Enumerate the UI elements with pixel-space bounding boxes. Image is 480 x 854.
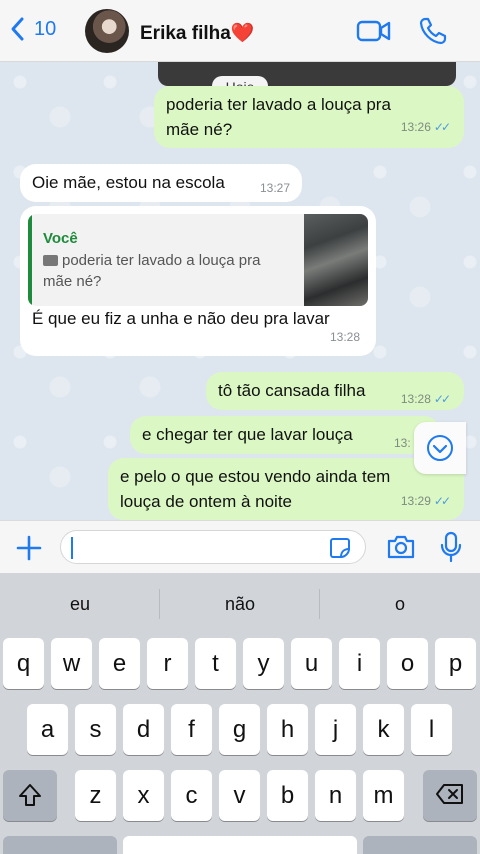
key-c[interactable]: c (171, 770, 212, 821)
read-ticks-icon: ✓✓ (433, 392, 451, 406)
message-text: e chegar ter que lavar louça (142, 425, 353, 444)
back-chevron-icon (11, 17, 24, 41)
shift-icon (19, 784, 41, 806)
key-a[interactable]: a (27, 704, 68, 755)
message-time: 13:27 (259, 181, 290, 195)
read-ticks-icon: ✓✓ (433, 494, 451, 508)
key-w[interactable]: w (51, 638, 92, 689)
space-key[interactable] (123, 836, 357, 854)
key-d[interactable]: d (123, 704, 164, 755)
chat-header: 10 Erika filha❤️ (0, 0, 480, 62)
key-p[interactable]: p (435, 638, 476, 689)
reply-author: Você (43, 230, 78, 247)
message-outgoing[interactable]: tô tão cansada filha 13:28 ✓✓ (206, 372, 464, 410)
key-m[interactable]: m (363, 770, 404, 821)
key-j[interactable]: j (315, 704, 356, 755)
key-t[interactable]: t (195, 638, 236, 689)
plus-icon[interactable] (14, 533, 44, 563)
message-text: É que eu fiz a unha e não deu pra lavar (32, 309, 330, 328)
key-e[interactable]: e (99, 638, 140, 689)
contact-name[interactable]: Erika filha❤️ (140, 21, 255, 45)
quoted-reply[interactable]: Você poderia ter lavado a louça pra mãe … (28, 214, 368, 306)
key-u[interactable]: u (291, 638, 332, 689)
chat-area[interactable]: Hoje poderia ter lavado a louça pra mãe … (0, 62, 480, 520)
numbers-key[interactable] (3, 836, 117, 854)
contact-emoji: ❤️ (230, 23, 255, 44)
key-z[interactable]: z (75, 770, 116, 821)
contact-name-text: Erika filha (140, 23, 231, 44)
phone-icon[interactable] (418, 16, 448, 46)
message-text: e pelo o que estou vendo ainda tem louça… (120, 467, 391, 511)
message-time: 13: (394, 436, 411, 450)
back-button[interactable]: 10 (8, 16, 56, 42)
message-incoming-reply[interactable]: Você poderia ter lavado a louça pra mãe … (20, 206, 376, 356)
message-text: tô tão cansada filha (218, 381, 366, 400)
key-o[interactable]: o (387, 638, 428, 689)
microphone-icon[interactable] (440, 531, 462, 563)
key-v[interactable]: v (219, 770, 260, 821)
chevron-down-icon (427, 435, 453, 461)
key-r[interactable]: r (147, 638, 188, 689)
scroll-to-bottom-button[interactable] (414, 422, 466, 474)
message-incoming[interactable]: Oie mãe, estou na escola 13:27 (20, 164, 302, 202)
key-x[interactable]: x (123, 770, 164, 821)
key-k[interactable]: k (363, 704, 404, 755)
sticker-icon[interactable] (329, 537, 351, 559)
key-h[interactable]: h (267, 704, 308, 755)
video-call-icon[interactable] (356, 18, 392, 44)
text-cursor (71, 537, 73, 559)
message-time: 13:28 (329, 330, 360, 344)
keyboard: eu não o q w e r t y u i o p a s d f g h… (0, 573, 480, 854)
message-meta: 13:26 ✓✓ (400, 120, 451, 134)
camera-icon[interactable] (386, 534, 416, 560)
reply-thumbnail (304, 214, 368, 306)
message-outgoing[interactable]: e pelo o que estou vendo ainda tem louça… (108, 458, 464, 520)
suggestion-3[interactable]: o (320, 573, 480, 635)
message-meta: 13:28 ✓✓ (400, 392, 451, 406)
suggestion-2[interactable]: não (160, 573, 320, 635)
key-f[interactable]: f (171, 704, 212, 755)
message-outgoing[interactable]: e chegar ter que lavar louça 13: (130, 416, 440, 454)
image-message-fragment[interactable] (158, 62, 456, 86)
backspace-icon (436, 784, 463, 804)
key-i[interactable]: i (339, 638, 380, 689)
message-meta: 13:29 ✓✓ (400, 494, 451, 508)
key-g[interactable]: g (219, 704, 260, 755)
key-q[interactable]: q (3, 638, 44, 689)
message-text: poderia ter lavado a louça pra mãe né? (166, 95, 391, 139)
message-input[interactable] (60, 530, 366, 564)
message-input-bar (0, 520, 480, 573)
shift-key[interactable] (3, 770, 57, 821)
key-b[interactable]: b (267, 770, 308, 821)
avatar[interactable] (85, 9, 129, 53)
unread-count: 10 (34, 17, 57, 40)
read-ticks-icon: ✓✓ (433, 120, 451, 134)
key-y[interactable]: y (243, 638, 284, 689)
camera-icon (43, 255, 58, 266)
key-n[interactable]: n (315, 770, 356, 821)
return-key[interactable] (363, 836, 477, 854)
key-s[interactable]: s (75, 704, 116, 755)
message-text: Oie mãe, estou na escola (32, 173, 225, 192)
backspace-key[interactable] (423, 770, 477, 821)
suggestion-1[interactable]: eu (0, 573, 160, 635)
message-outgoing[interactable]: poderia ter lavado a louça pra mãe né? 1… (154, 86, 464, 148)
key-l[interactable]: l (411, 704, 452, 755)
reply-text: poderia ter lavado a louça pra mãe né? (43, 252, 261, 290)
